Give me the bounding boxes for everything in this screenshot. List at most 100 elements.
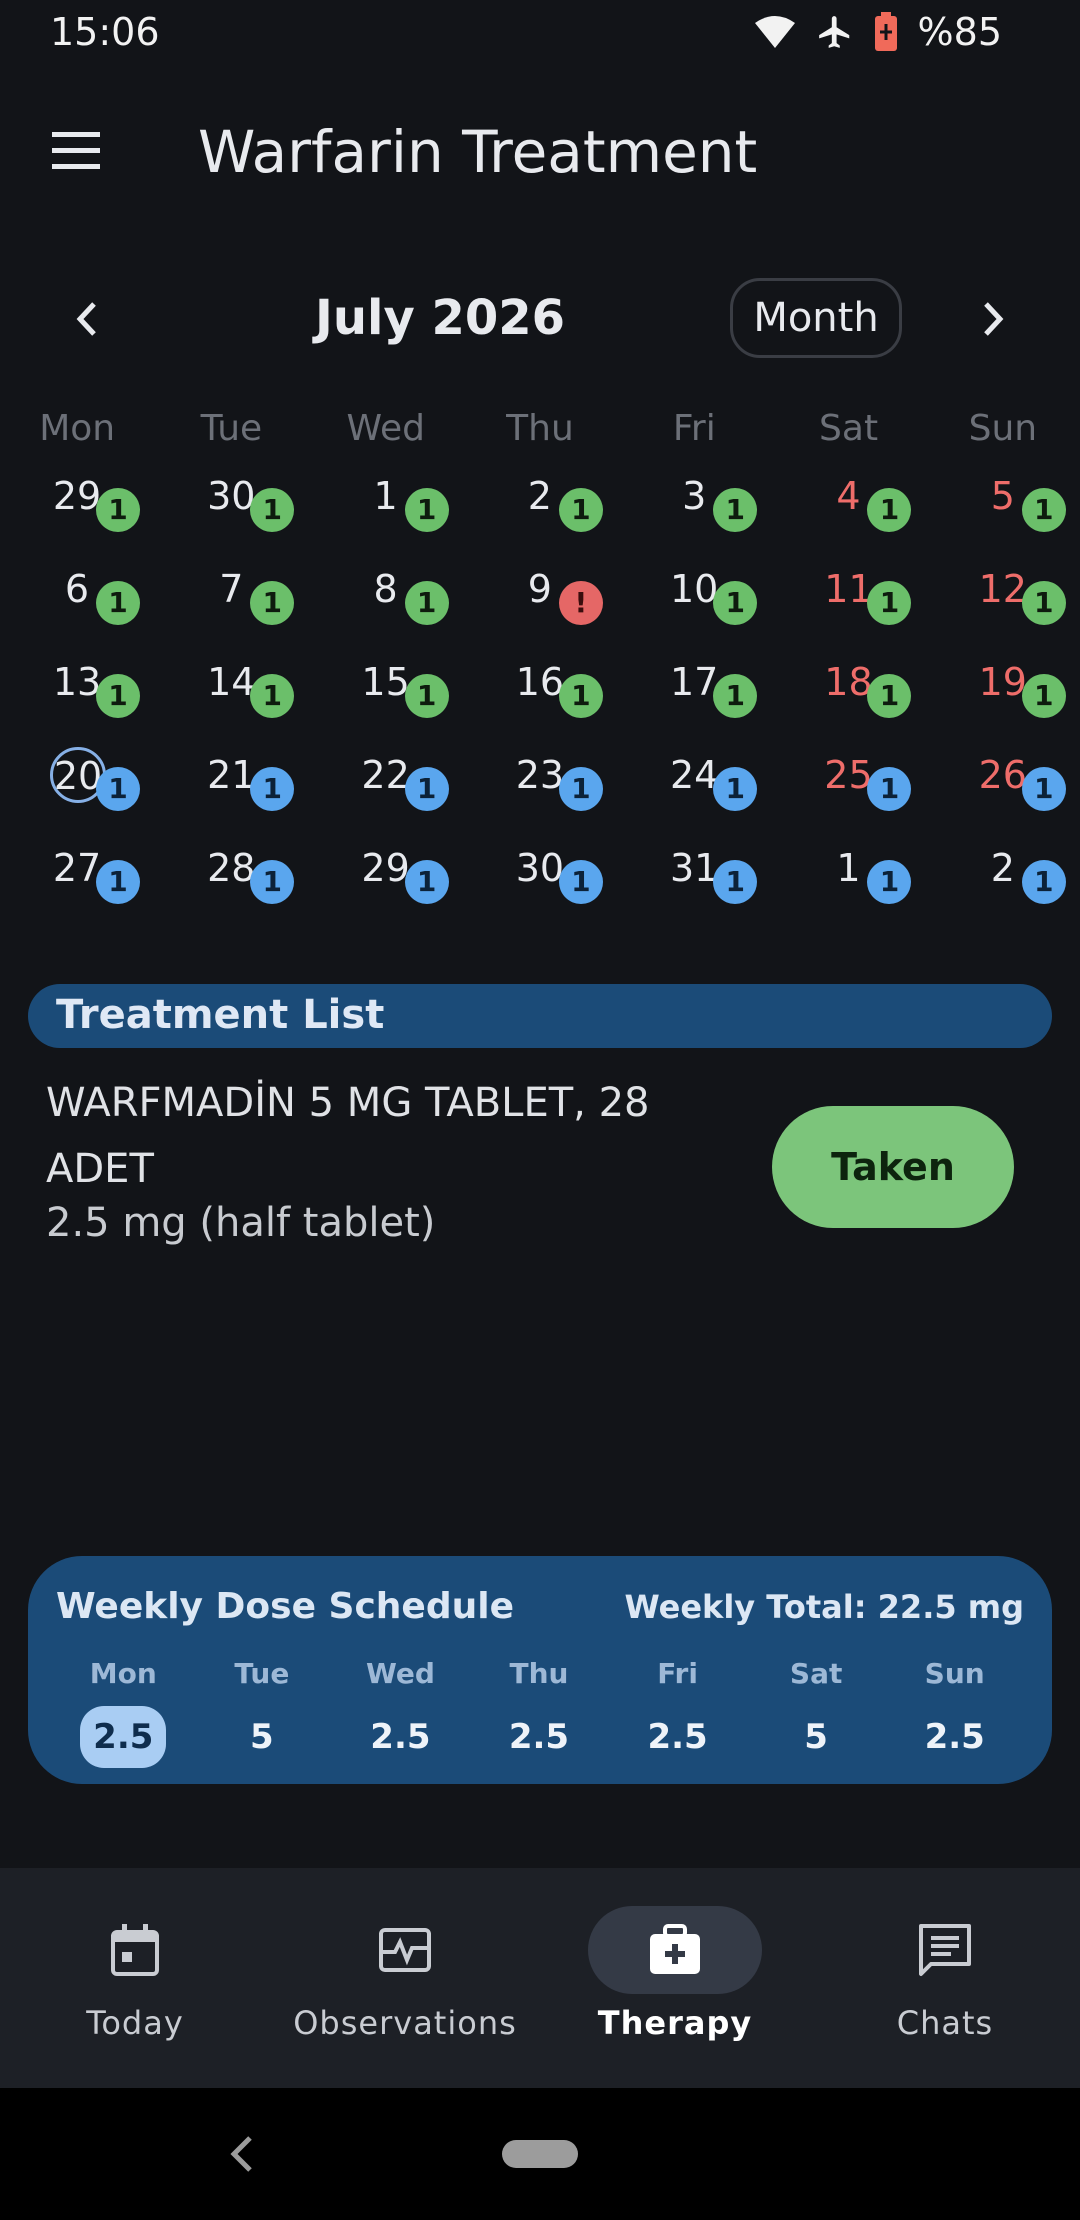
vitals-icon	[379, 1928, 431, 1972]
calendar-day[interactable]: 21	[926, 840, 1080, 933]
weekday-label: Thu	[506, 408, 574, 449]
dose-count-badge: 1	[96, 674, 140, 718]
weekly-day-dose: 2.5	[647, 1717, 708, 1757]
calendar-day[interactable]: 14 1	[154, 654, 308, 747]
drug-dose: 2.5 mg (half tablet)	[46, 1200, 436, 1246]
weekly-day-dose: 5	[804, 1717, 828, 1757]
dose-count-badge: 1	[867, 767, 912, 811]
chevron-left-icon[interactable]	[62, 294, 112, 344]
calendar-day[interactable]: 21 1	[154, 747, 308, 840]
status-icons: %85	[754, 10, 1002, 54]
calendar-day[interactable]: 28 1	[154, 840, 308, 933]
dose-count-badge: 1	[713, 767, 758, 811]
calendar-day[interactable]: 21	[463, 468, 617, 561]
dose-count-badge: 1	[404, 488, 449, 532]
dose-count-badge: 1	[558, 488, 603, 532]
weekly-day-label: Wed	[365, 1657, 435, 1690]
weekly-dose-day[interactable]: Thu 2.5	[470, 1654, 609, 1768]
menu-icon[interactable]	[46, 124, 106, 176]
dose-count-badge: 1	[1021, 488, 1066, 532]
calendar-day[interactable]: 31 1	[617, 840, 771, 933]
status-time: 15:06	[50, 10, 160, 54]
dose-count-badge: 1	[1021, 581, 1066, 625]
weekly-dose-day[interactable]: Wed 2.5	[331, 1654, 470, 1768]
calendar-day[interactable]: 16 1	[463, 654, 617, 747]
calendar-day[interactable]: 61	[0, 561, 154, 654]
weekly-dose-title: Weekly Dose Schedule	[56, 1586, 514, 1627]
weekly-day-dose: 5	[250, 1717, 274, 1757]
battery-icon	[874, 12, 897, 51]
calendar-day[interactable]: 10 1	[617, 561, 771, 654]
nav-today[interactable]: Today	[0, 1868, 270, 2088]
nav-therapy[interactable]: Therapy	[540, 1868, 810, 2088]
weekday-label: Sun	[968, 408, 1038, 449]
dose-count-badge: 1	[867, 860, 912, 904]
home-handle[interactable]	[502, 2140, 578, 2168]
calendar-day[interactable]: 29 1	[309, 840, 463, 933]
medical-kit-icon	[650, 1924, 700, 1974]
calendar-day[interactable]: 25 1	[771, 747, 925, 840]
calendar-day[interactable]: 29 1	[0, 468, 154, 561]
weekly-dose-day[interactable]: Mon 2.5	[54, 1654, 193, 1768]
dose-count-badge: 1	[558, 860, 603, 904]
nav-label: Therapy	[597, 2004, 753, 2042]
dose-count-badge: 1	[250, 860, 295, 904]
back-icon[interactable]	[222, 2132, 262, 2176]
view-mode-button[interactable]: Month	[730, 278, 902, 358]
weekday-label: Sat	[819, 408, 879, 449]
treatment-list-header: Treatment List	[28, 984, 1052, 1048]
weekly-dose-day[interactable]: Sun 2.5	[885, 1654, 1024, 1768]
calendar-day[interactable]: 27 1	[0, 840, 154, 933]
calendar-day[interactable]: 23 1	[463, 747, 617, 840]
weekly-dose-day[interactable]: Sat 5	[747, 1654, 886, 1768]
calendar-day[interactable]: 30 1	[154, 468, 308, 561]
nav-observations[interactable]: Observations	[270, 1868, 540, 2088]
calendar-day[interactable]: 15 1	[309, 654, 463, 747]
calendar-day[interactable]: 17 1	[617, 654, 771, 747]
status-bar: 15:06 %85	[0, 0, 1080, 64]
calendar-day[interactable]: 30 1	[463, 840, 617, 933]
calendar-day[interactable]: 11	[309, 468, 463, 561]
weekly-total: Weekly Total: 22.5 mg	[624, 1588, 1024, 1626]
chevron-right-icon[interactable]	[968, 294, 1018, 344]
dose-count-badge: 1	[404, 581, 449, 625]
calendar-day[interactable]: 20 1	[0, 747, 154, 840]
calendar-day[interactable]: 22 1	[309, 747, 463, 840]
calendar-day[interactable]: 41	[771, 468, 925, 561]
calendar-day[interactable]: 11	[771, 840, 925, 933]
dose-count-badge: 1	[404, 767, 449, 811]
weekly-day-dose: 2.5	[80, 1706, 167, 1768]
weekly-day-dose: 2.5	[924, 1717, 985, 1757]
weekly-day-dose: 2.5	[508, 1717, 570, 1757]
calendar-day[interactable]: 51	[926, 468, 1080, 561]
calendar-day[interactable]: 71	[154, 561, 308, 654]
calendar-day[interactable]: 31	[617, 468, 771, 561]
weekly-dose-day[interactable]: Tue 5	[193, 1654, 332, 1768]
calendar-day[interactable]: 81	[309, 561, 463, 654]
page-title: Warfarin Treatment	[198, 118, 758, 186]
calendar-day[interactable]: 24 1	[617, 747, 771, 840]
calendar-day[interactable]: 9!	[463, 561, 617, 654]
taken-button[interactable]: Taken	[772, 1106, 1014, 1228]
weekly-day-label: Fri	[657, 1657, 698, 1690]
calendar-icon	[111, 1924, 159, 1976]
weekday-label: Tue	[200, 408, 263, 449]
weekday-label: Mon	[39, 408, 116, 449]
dose-count-badge: 1	[250, 488, 295, 532]
calendar-day[interactable]: 11 1	[771, 561, 925, 654]
dose-count-badge: 1	[867, 674, 912, 718]
calendar-day[interactable]: 19 1	[926, 654, 1080, 747]
calendar-day[interactable]: 13 1	[0, 654, 154, 747]
nav-label: Observations	[293, 2004, 517, 2042]
calendar-day[interactable]: 26 1	[926, 747, 1080, 840]
calendar-day[interactable]: 18 1	[771, 654, 925, 747]
dose-count-badge: 1	[713, 488, 758, 532]
weekly-dose-day[interactable]: Fri 2.5	[608, 1654, 747, 1768]
dose-count-badge: 1	[404, 674, 449, 718]
nav-chats[interactable]: Chats	[810, 1868, 1080, 2088]
weekly-day-label: Mon	[89, 1657, 157, 1690]
calendar-day[interactable]: 12 1	[926, 561, 1080, 654]
missed-dose-badge: !	[558, 581, 603, 625]
wifi-icon	[754, 16, 795, 48]
dose-count-badge: 1	[867, 488, 912, 532]
